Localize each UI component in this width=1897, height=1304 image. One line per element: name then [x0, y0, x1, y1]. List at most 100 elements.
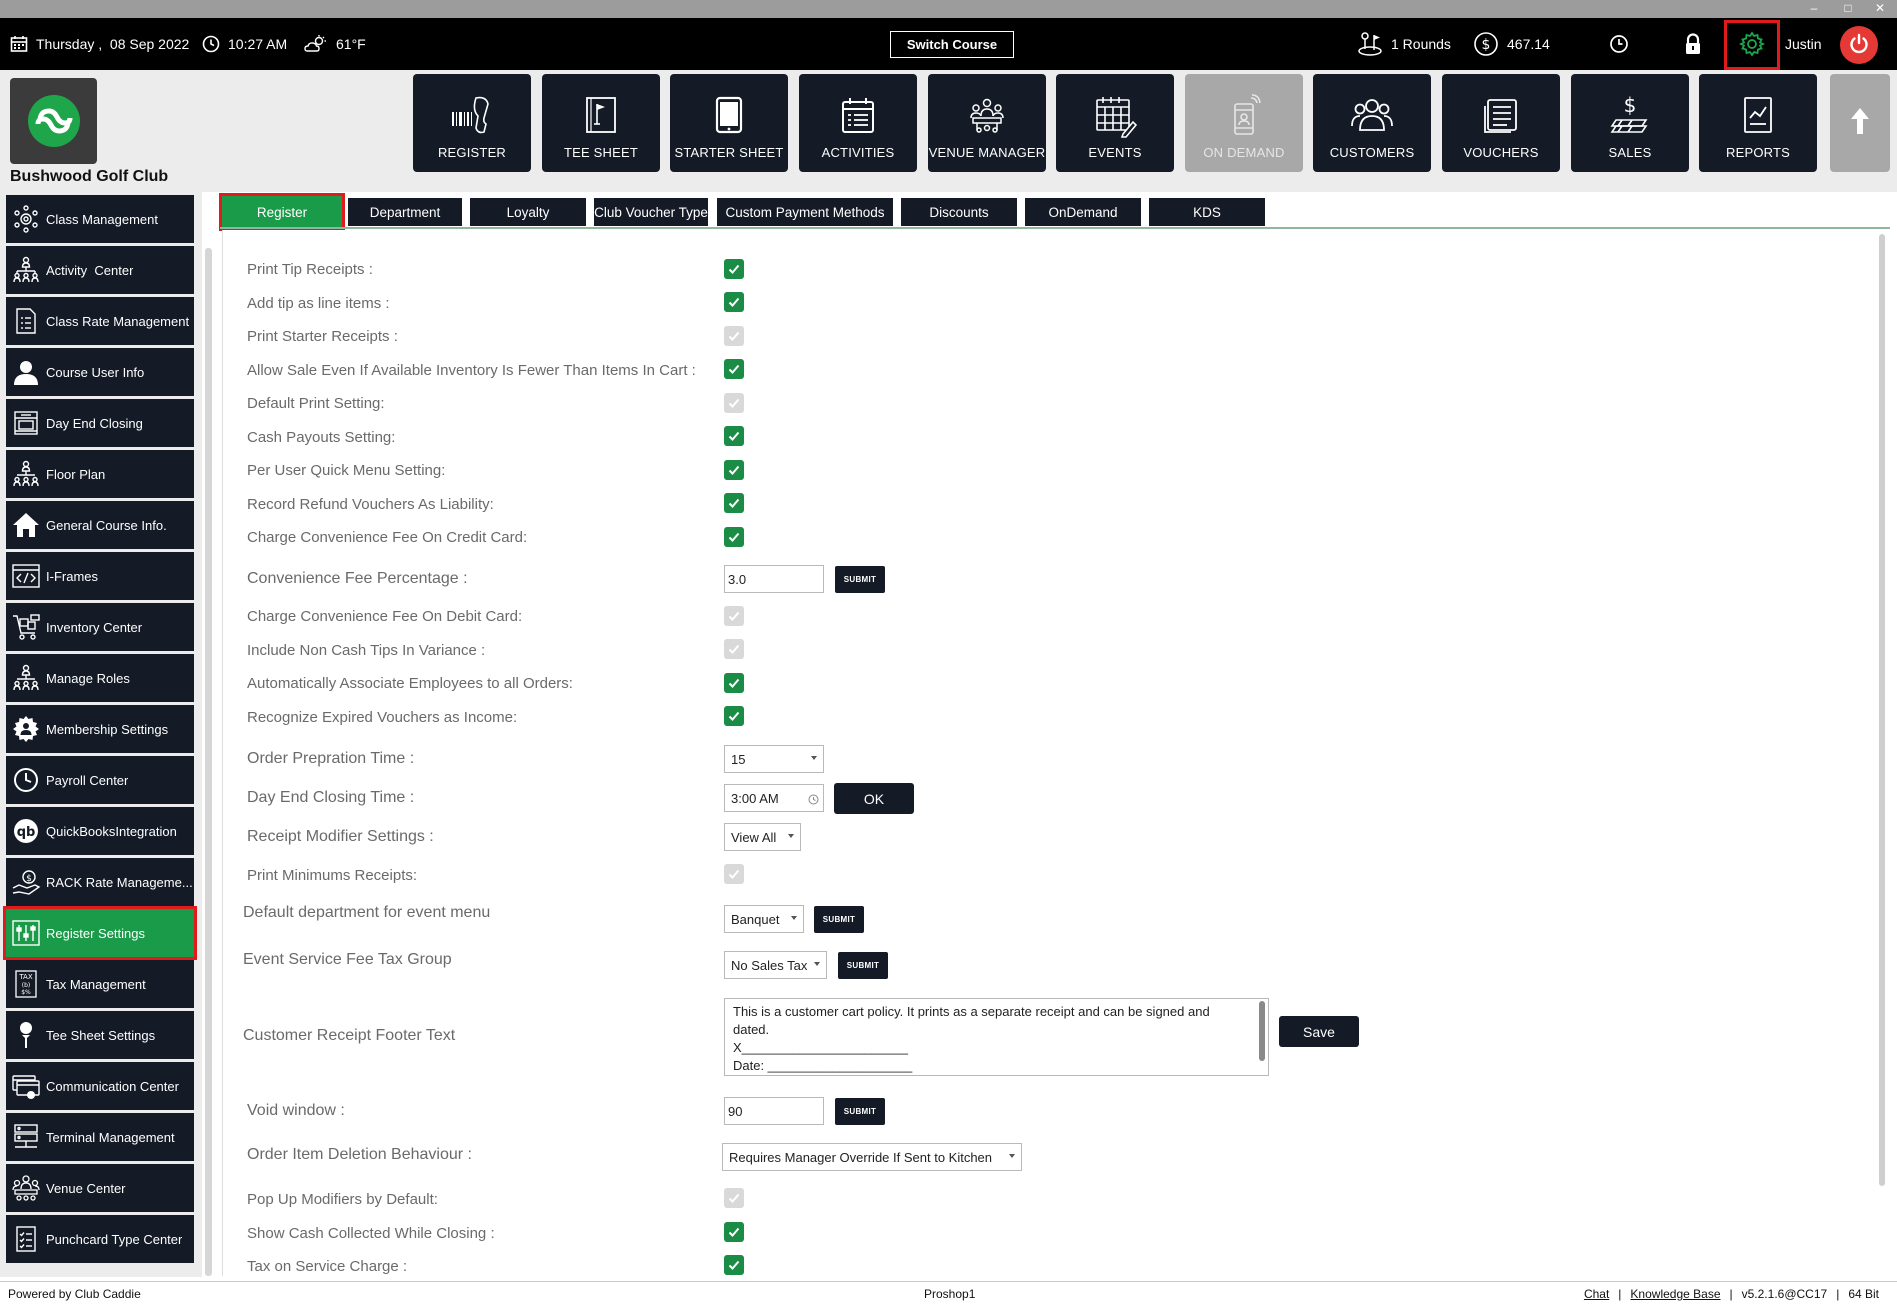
tab-custom-payment-methods[interactable]: Custom Payment Methods	[717, 198, 893, 226]
tab-department[interactable]: Department	[348, 198, 462, 226]
receipt-footer-textarea[interactable]: This is a customer cart policy. It print…	[724, 998, 1269, 1076]
nav-tee-sheet[interactable]: TEE SHEET	[542, 74, 660, 172]
charge-fee-credit-checkbox[interactable]	[724, 527, 744, 547]
day-end-closing-time-input[interactable]: 3:00 AM	[724, 784, 824, 812]
sidebar-scrollbar[interactable]	[205, 248, 212, 1276]
tab-club-voucher-type[interactable]: Club Voucher Type	[594, 198, 708, 226]
popup-modifiers-checkbox[interactable]	[724, 1188, 744, 1208]
receipt-footer-save-button[interactable]: Save	[1279, 1016, 1359, 1047]
default-department-submit-button[interactable]: SUBMIT	[814, 906, 864, 933]
balance-display[interactable]: $ 467.14	[1473, 18, 1550, 70]
tab-kds[interactable]: KDS	[1149, 198, 1265, 226]
tab-register[interactable]: Register	[219, 193, 345, 231]
sidebar-item-manage-roles[interactable]: Manage Roles	[6, 654, 194, 702]
sidebar-item-day-end-closing[interactable]: Day End Closing	[6, 399, 194, 447]
show-cash-collected-checkbox[interactable]	[724, 1222, 744, 1242]
nav-vouchers[interactable]: VOUCHERS	[1442, 74, 1560, 172]
nav-on-demand[interactable]: ON DEMAND	[1185, 74, 1303, 172]
order-prep-time-select[interactable]: 15	[724, 745, 824, 773]
tab-discounts[interactable]: Discounts	[901, 198, 1017, 226]
nav-starter-sheet[interactable]: STARTER SHEET	[670, 74, 788, 172]
sidebar-item-punchcard-type-center[interactable]: Punchcard Type Center	[6, 1215, 194, 1263]
settings-button[interactable]	[1724, 20, 1780, 70]
sidebar-item-payroll-center[interactable]: Payroll Center	[6, 756, 194, 804]
receipt-modifier-select[interactable]: View All	[724, 823, 801, 851]
sidebar-item-floor-plan[interactable]: Floor Plan	[6, 450, 194, 498]
hierarchy-people-icon	[6, 256, 46, 284]
inventory-cart-icon	[6, 613, 46, 641]
tab-loyalty[interactable]: Loyalty	[470, 198, 586, 226]
sidebar-item-general-course-info[interactable]: General Course Info.	[6, 501, 194, 549]
rounds-display[interactable]: 1 Rounds	[1357, 18, 1451, 70]
print-tip-receipts-checkbox[interactable]	[724, 259, 744, 279]
nav-events[interactable]: EVENTS	[1056, 74, 1174, 172]
nav-register[interactable]: REGISTER	[413, 74, 531, 172]
print-minimums-receipts-checkbox[interactable]	[724, 864, 744, 884]
default-department-event-select[interactable]: Banquet	[724, 905, 804, 933]
sidebar-item-membership-settings[interactable]: Membership Settings	[6, 705, 194, 753]
auto-associate-employees-checkbox[interactable]	[724, 673, 744, 693]
void-window-submit-button[interactable]: SUBMIT	[835, 1098, 885, 1125]
record-refund-vouchers-checkbox[interactable]	[724, 493, 744, 513]
sidebar-item-tax-management[interactable]: TAX (b) $% Tax Management	[6, 960, 194, 1008]
nav-reports[interactable]: REPORTS	[1699, 74, 1817, 172]
nav-sales[interactable]: $ SALES	[1571, 74, 1689, 172]
default-print-setting-label: Default Print Setting:	[247, 395, 385, 412]
sidebar-item-class-rate-management[interactable]: Class Rate Management	[6, 297, 194, 345]
cash-payouts-setting-checkbox[interactable]	[724, 426, 744, 446]
event-service-fee-submit-button[interactable]: SUBMIT	[838, 952, 888, 979]
sidebar-item-course-user-info[interactable]: Course User Info	[6, 348, 194, 396]
recognize-expired-vouchers-label: Recognize Expired Vouchers as Income:	[247, 709, 518, 726]
checkmark-icon	[728, 431, 740, 441]
default-print-setting-checkbox[interactable]	[724, 393, 744, 413]
power-button[interactable]	[1840, 26, 1878, 64]
user-name[interactable]: Justin	[1785, 18, 1822, 70]
sidebar-item-inventory-center[interactable]: Inventory Center	[6, 603, 194, 651]
event-service-fee-tax-select[interactable]: No Sales Tax	[724, 951, 827, 979]
tab-ondemand[interactable]: OnDemand	[1025, 198, 1141, 226]
sidebar-item-class-management[interactable]: Class Management	[6, 195, 194, 243]
sidebar-item-terminal-management[interactable]: Terminal Management	[6, 1113, 194, 1161]
textarea-scrollbar[interactable]	[1259, 1001, 1265, 1061]
sidebar-item-activity-center[interactable]: Activity Center	[6, 246, 194, 294]
knowledge-base-link[interactable]: Knowledge Base	[1630, 1287, 1720, 1301]
nav-venue-manager[interactable]: VENUE MANAGER	[928, 74, 1046, 172]
sidebar-item-rack-rate-management[interactable]: $ RACK Rate Manageme...	[6, 858, 194, 906]
switch-course-button[interactable]: Switch Course	[890, 31, 1014, 58]
sidebar-item-venue-center[interactable]: Venue Center	[6, 1164, 194, 1212]
convenience-fee-pct-label: Convenience Fee Percentage :	[247, 570, 468, 587]
collapse-header-button[interactable]	[1830, 74, 1890, 172]
chat-link[interactable]: Chat	[1584, 1287, 1609, 1301]
day-end-closing-ok-button[interactable]: OK	[834, 783, 914, 814]
convenience-fee-submit-button[interactable]: SUBMIT	[835, 566, 885, 593]
tax-on-service-charge-checkbox[interactable]	[724, 1255, 744, 1275]
panel-scrollbar[interactable]	[1879, 234, 1885, 1186]
nav-customers[interactable]: CUSTOMERS	[1313, 74, 1431, 172]
include-non-cash-tips-checkbox[interactable]	[724, 639, 744, 659]
minimize-button[interactable]: –	[1800, 0, 1828, 18]
charge-fee-debit-checkbox[interactable]	[724, 606, 744, 626]
void-window-input[interactable]	[724, 1097, 824, 1125]
sidebar-item-communication-center[interactable]: Communication Center	[6, 1062, 194, 1110]
convenience-fee-pct-input[interactable]	[724, 565, 824, 593]
allow-sale-inventory-label: Allow Sale Even If Available Inventory I…	[247, 362, 696, 379]
maximize-button[interactable]: □	[1834, 0, 1862, 18]
void-window-label: Void window :	[247, 1102, 345, 1119]
order-item-deletion-value: Requires Manager Override If Sent to Kit…	[729, 1149, 993, 1165]
allow-sale-inventory-checkbox[interactable]	[724, 359, 744, 379]
sidebar-item-i-frames[interactable]: I-Frames	[6, 552, 194, 600]
nav-activities[interactable]: ACTIVITIES	[799, 74, 917, 172]
print-starter-receipts-checkbox[interactable]	[724, 326, 744, 346]
sidebar-item-label: Manage Roles	[46, 670, 130, 686]
sidebar-item-tee-sheet-settings[interactable]: Tee Sheet Settings	[6, 1011, 194, 1059]
checkmark-icon	[728, 297, 740, 307]
history-clock-button[interactable]	[1609, 18, 1629, 70]
recognize-expired-vouchers-checkbox[interactable]	[724, 706, 744, 726]
sidebar-item-quickbooks-integration[interactable]: qb QuickBooksIntegration	[6, 807, 194, 855]
add-tip-line-items-checkbox[interactable]	[724, 292, 744, 312]
order-item-deletion-select[interactable]: Requires Manager Override If Sent to Kit…	[722, 1143, 1022, 1171]
lock-button[interactable]	[1684, 18, 1702, 70]
sidebar-item-register-settings[interactable]: Register Settings	[3, 906, 197, 960]
per-user-quick-menu-checkbox[interactable]	[724, 460, 744, 480]
close-window-button[interactable]: ✕	[1866, 0, 1894, 18]
